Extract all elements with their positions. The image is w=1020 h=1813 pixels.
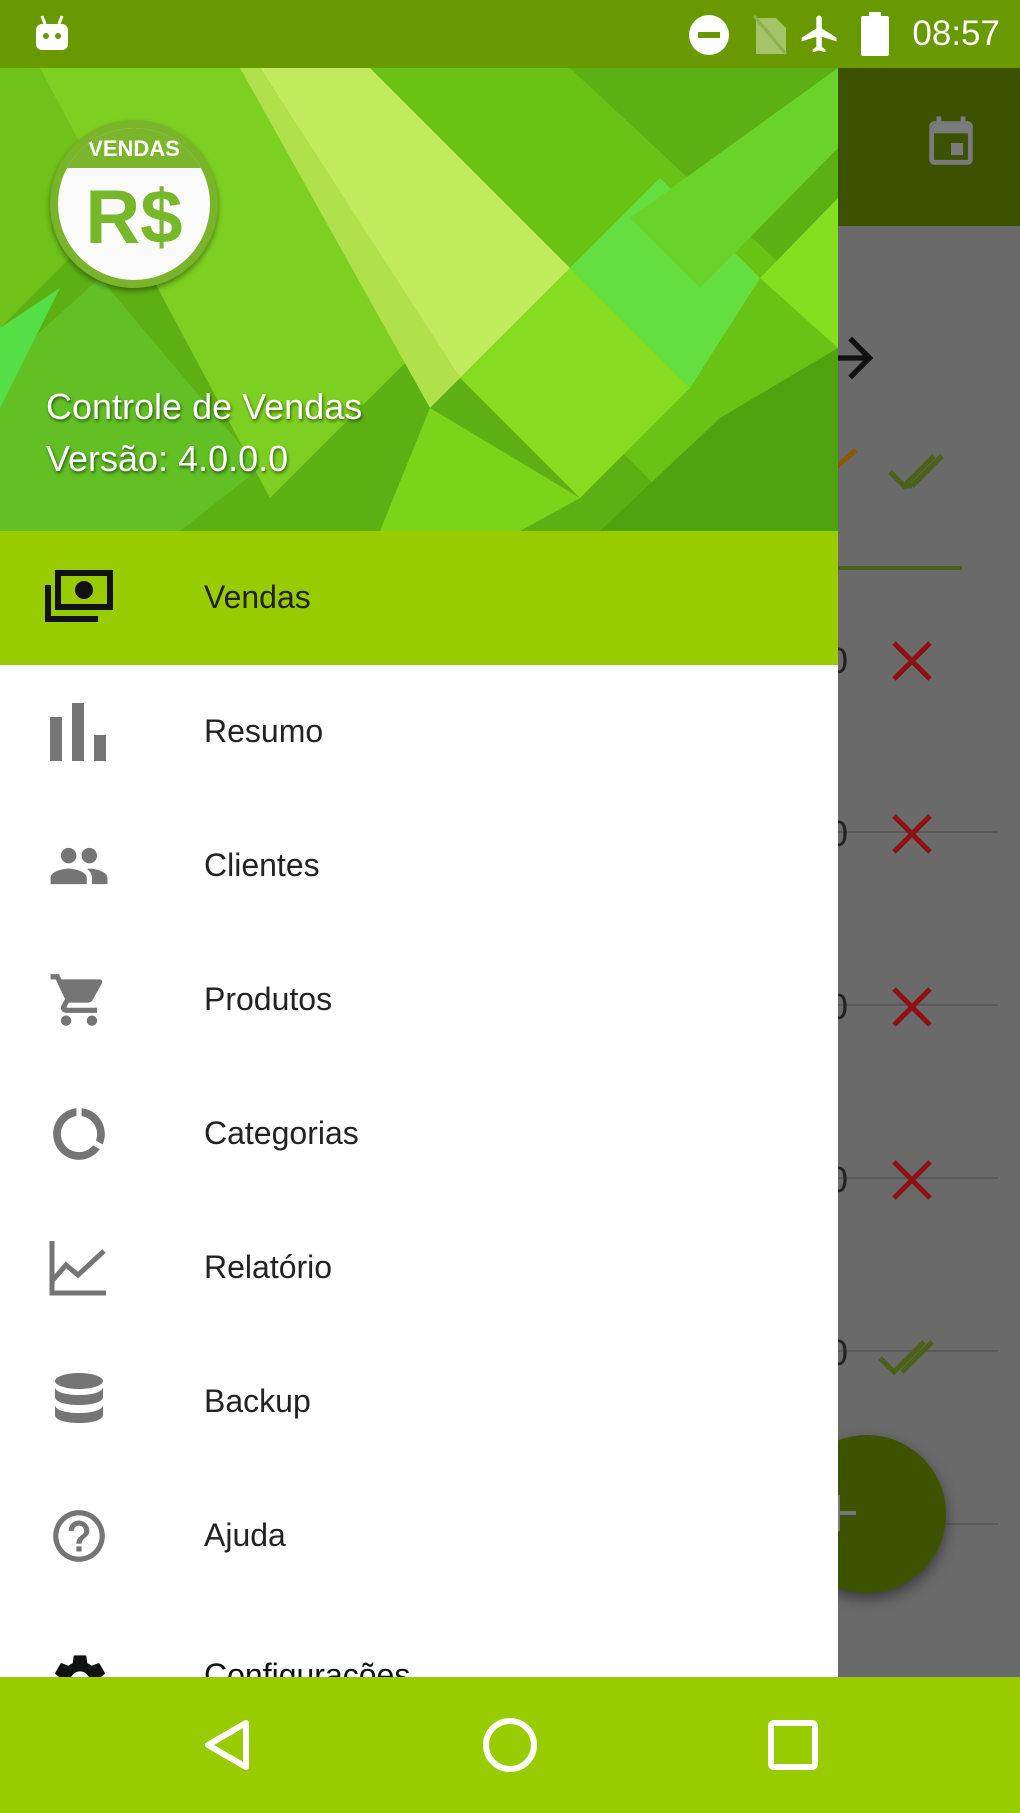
system-navigation-bar <box>0 1677 1020 1813</box>
no-sim-icon <box>752 15 788 55</box>
status-time: 08:57 <box>912 14 1000 53</box>
calendar-icon[interactable] <box>922 114 980 172</box>
bar-chart-icon <box>50 703 106 761</box>
menu-item-vendas[interactable]: Vendas <box>0 531 838 665</box>
drawer-header: VENDAS R$ Controle de Vendas Versão: 4.0… <box>0 68 838 531</box>
menu-item-produtos[interactable]: Produtos <box>0 933 838 1067</box>
close-icon[interactable] <box>888 637 936 685</box>
navigation-drawer: VENDAS R$ Controle de Vendas Versão: 4.0… <box>0 68 838 1677</box>
back-icon[interactable] <box>168 1677 288 1813</box>
do-not-disturb-icon <box>689 15 729 55</box>
airplane-mode-icon <box>801 15 837 53</box>
menu-item-label: Clientes <box>204 847 320 883</box>
battery-icon <box>861 12 889 56</box>
menu-item-label: Resumo <box>204 713 324 749</box>
status-bar: 08:57 <box>0 0 1020 68</box>
app-name: Controle de Vendas <box>46 386 363 427</box>
close-icon[interactable] <box>888 1156 936 1204</box>
close-icon[interactable] <box>888 810 936 858</box>
menu-item-relatorio[interactable]: Relatório <box>0 1201 838 1335</box>
double-check-icon[interactable] <box>876 1334 948 1380</box>
help-icon <box>53 1510 105 1562</box>
menu-item-label: Categorias <box>204 1115 359 1151</box>
money-icon <box>45 570 113 622</box>
cart-icon <box>50 974 103 1026</box>
people-icon <box>50 847 108 885</box>
menu-item-label: Vendas <box>204 579 311 615</box>
menu-item-label: Relatório <box>204 1249 333 1285</box>
menu-item-resumo[interactable]: Resumo <box>0 665 838 799</box>
menu-item-label: Ajuda <box>204 1517 286 1553</box>
logo-text-main: R$ <box>85 175 183 260</box>
menu-item-label: Backup <box>204 1383 311 1419</box>
database-icon <box>55 1373 103 1423</box>
menu-item-label: Configurações <box>204 1657 411 1677</box>
menu-item-backup[interactable]: Backup <box>0 1335 838 1469</box>
android-notification-icon <box>36 15 68 50</box>
line-chart-icon <box>49 1241 106 1296</box>
app-logo: VENDAS R$ <box>50 120 218 288</box>
donut-chart-icon <box>53 1108 105 1160</box>
close-icon[interactable] <box>888 983 936 1031</box>
home-icon[interactable] <box>450 1677 570 1813</box>
double-check-icon <box>888 454 944 490</box>
menu-item-configuracoes[interactable]: Configurações <box>0 1609 838 1677</box>
recents-icon[interactable] <box>733 1677 853 1813</box>
menu-item-label: Produtos <box>204 981 333 1017</box>
gear-icon <box>55 1655 105 1677</box>
logo-text-top: VENDAS <box>88 136 180 161</box>
menu-item-categorias[interactable]: Categorias <box>0 1067 838 1201</box>
app-version: Versão: 4.0.0.0 <box>46 438 289 479</box>
menu-item-ajuda[interactable]: Ajuda <box>0 1469 838 1603</box>
drawer-menu: Vendas Resumo Clientes Produtos Categori… <box>0 531 838 1609</box>
menu-item-clientes[interactable]: Clientes <box>0 799 838 933</box>
